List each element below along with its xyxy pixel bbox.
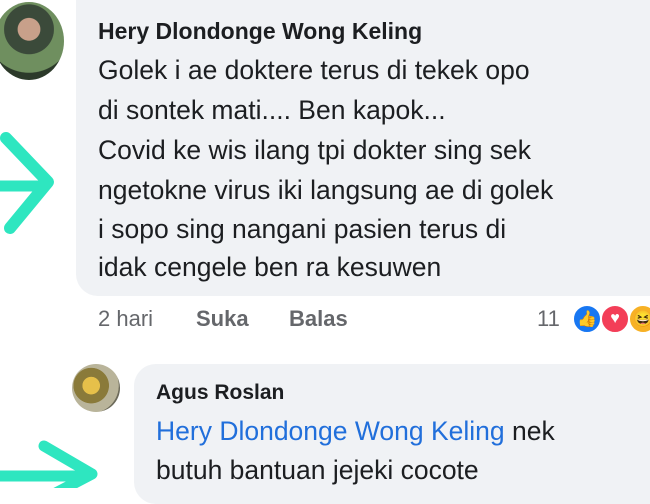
- comment-text-line: ngetokne virus iki langsung ae di golek: [98, 175, 554, 205]
- reaction-count[interactable]: 11: [537, 306, 560, 332]
- like-icon: 👍: [572, 304, 602, 334]
- reply-author-name[interactable]: Agus Roslan: [156, 381, 284, 405]
- annotation-arrow-2: [0, 440, 98, 488]
- comment-author-name[interactable]: Hery Dlondonge Wong Keling: [98, 18, 422, 45]
- comment-text-line: i sopo sing nangani pasien terus di: [98, 214, 507, 244]
- mention-link[interactable]: Hery Dlondonge Wong Keling: [156, 416, 505, 446]
- reply-text-line: Hery Dlondonge Wong Keling nek: [156, 416, 555, 447]
- reply-button[interactable]: Balas: [289, 306, 348, 332]
- comment-timestamp[interactable]: 2 hari: [98, 306, 153, 332]
- love-icon: ♥: [600, 304, 630, 334]
- like-button[interactable]: Suka: [196, 306, 249, 332]
- comment-text-line: idak cengele ben ra kesuwen: [98, 252, 442, 282]
- reply-text-line: butuh bantuan jejeki cocote: [156, 455, 479, 485]
- reply-avatar[interactable]: [72, 364, 120, 412]
- haha-icon: 😆: [628, 304, 650, 334]
- commenter-avatar[interactable]: [0, 2, 64, 80]
- reply-text: nek: [504, 416, 555, 446]
- comment-text-line: Covid ke wis ilang tpi dokter sing sek: [98, 135, 532, 165]
- comment-text-line: di sontek mati.... Ben kapok...: [98, 95, 446, 125]
- comment-text-line: Golek i ae doktere terus di tekek opo: [98, 55, 530, 85]
- annotation-arrow-1: [0, 132, 54, 234]
